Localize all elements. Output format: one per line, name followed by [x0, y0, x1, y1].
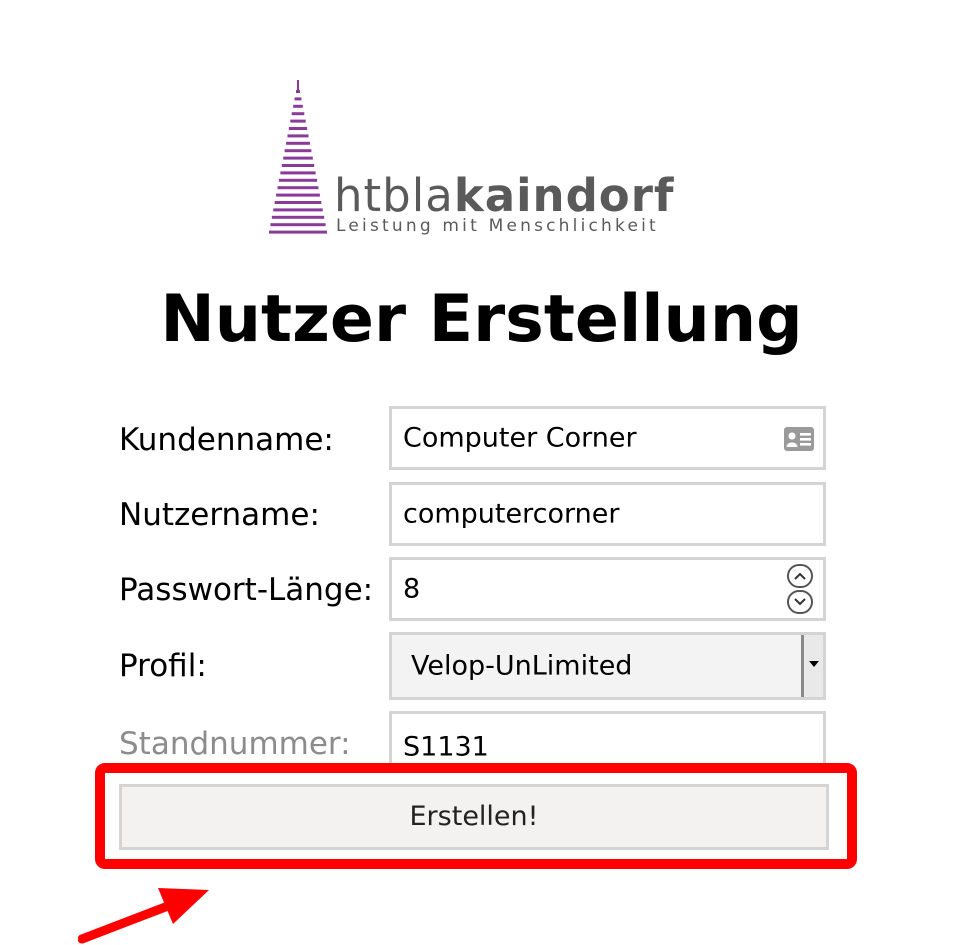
stand-number-label: Standnummer: [119, 726, 351, 762]
logo-tower-icon [269, 80, 327, 234]
stand-number-value: S1131 [403, 731, 489, 763]
username-field[interactable]: computercorner [389, 482, 826, 546]
increment-icon[interactable] [787, 564, 813, 588]
decrement-icon[interactable] [787, 590, 813, 614]
contact-card-icon[interactable] [783, 426, 815, 452]
logo-word-light: htbla [334, 169, 454, 222]
password-length-input[interactable]: 8 [389, 557, 826, 621]
highlight-box [95, 763, 857, 869]
page-title: Nutzer Erstellung [160, 282, 803, 357]
profile-label: Profil: [119, 648, 207, 684]
username-label: Nutzername: [119, 497, 320, 533]
profile-selected-value: Velop-UnLimited [411, 650, 633, 682]
customer-name-value: Computer Corner [403, 422, 637, 454]
number-spinner [787, 564, 815, 616]
password-length-label: Passwort-Länge: [119, 572, 374, 608]
customer-name-label: Kundenname: [119, 422, 334, 458]
pointer-arrow-icon [78, 888, 209, 944]
chevron-down-icon[interactable] [801, 635, 823, 697]
logo-wordmark: htblakaindorf [334, 173, 674, 218]
password-length-value: 8 [403, 573, 421, 605]
logo-tagline: Leistung mit Menschlichkeit [336, 216, 659, 236]
profile-select[interactable]: Velop-UnLimited [389, 632, 826, 700]
username-value: computercorner [403, 498, 620, 530]
customer-name-field[interactable]: Computer Corner [389, 406, 826, 470]
stand-number-field[interactable]: S1131 [389, 711, 826, 769]
school-logo: htblakaindorf Leistung mit Menschlichkei… [268, 78, 688, 240]
logo-word-bold: kaindorf [453, 169, 675, 222]
